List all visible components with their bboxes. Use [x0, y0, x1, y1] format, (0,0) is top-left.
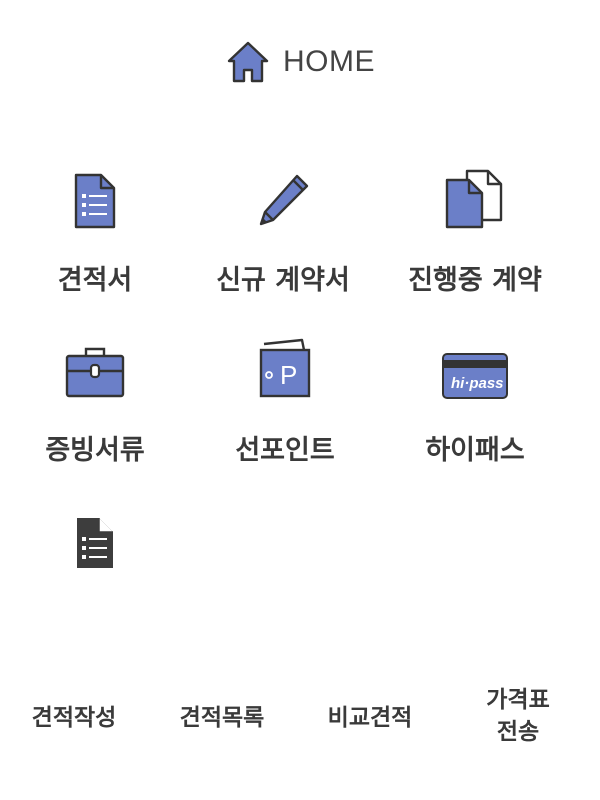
point-wallet-icon: P [259, 338, 311, 398]
page-title: HOME [283, 45, 375, 78]
document-list-icon [74, 173, 116, 229]
nav-write-quote[interactable]: 견적작성 [14, 702, 134, 734]
tile-label: 선포인트 [235, 435, 335, 466]
tile-ongoing-contract[interactable]: 진행중 계약 [380, 160, 570, 297]
tile-quote[interactable]: 견적서 [0, 160, 190, 297]
tile-documents[interactable]: 증빙서류 [0, 330, 190, 467]
tile-hipass[interactable]: hi·pass 하이패스 [380, 330, 570, 467]
tile-label: 견적서 [57, 265, 133, 296]
home-icon [227, 41, 269, 83]
bottom-nav: 견적작성 견적목록 비교견적 가격표 전송 [0, 680, 600, 760]
hipass-card-text: hi·pass [451, 375, 504, 392]
tile-label: 신규 계약서 [216, 265, 350, 296]
documents-copy-icon [445, 169, 503, 229]
briefcase-icon [65, 347, 125, 398]
nav-send-price-list[interactable]: 가격표 전송 [458, 684, 578, 748]
tile-document-dark[interactable] [0, 500, 190, 598]
nav-quote-list[interactable]: 견적목록 [162, 702, 282, 734]
document-list-dark-icon [77, 518, 113, 568]
tile-point[interactable]: P 선포인트 [190, 330, 380, 467]
tile-label: 진행중 계약 [408, 265, 542, 296]
nav-label-line2: 전송 [496, 719, 540, 745]
hipass-card-icon: hi·pass [442, 353, 508, 399]
nav-label: 견적작성 [31, 705, 117, 731]
home-header[interactable]: HOME [0, 38, 600, 86]
nav-label-line1: 가격표 [486, 687, 550, 713]
pencil-icon [259, 174, 309, 226]
tile-label: 하이패스 [425, 435, 525, 466]
nav-compare-quote[interactable]: 비교견적 [310, 702, 430, 734]
svg-text:P: P [280, 360, 297, 390]
tile-new-contract[interactable]: 신규 계약서 [188, 160, 378, 297]
nav-label: 견적목록 [179, 705, 265, 731]
tile-label: 증빙서류 [45, 435, 145, 466]
nav-label: 비교견적 [327, 705, 413, 731]
